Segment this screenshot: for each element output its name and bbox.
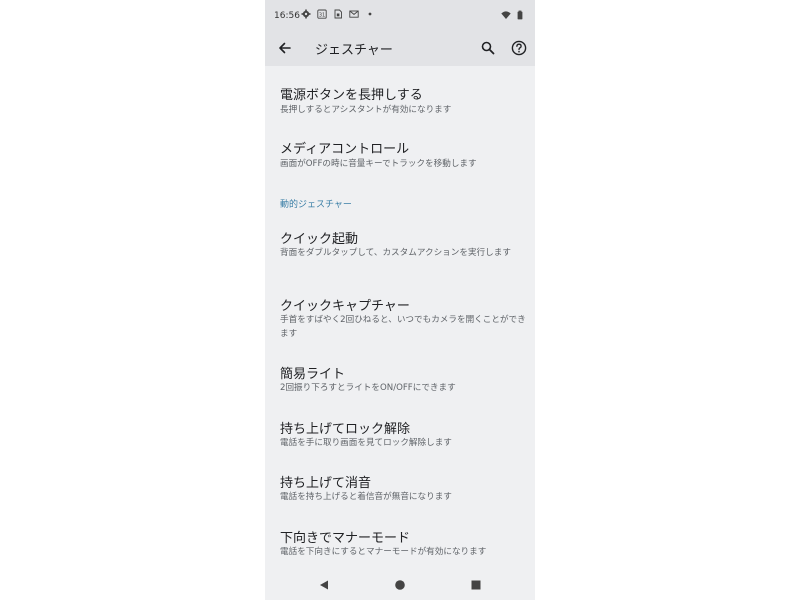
item-subtitle: 電話を手に取り画面を見てロック解除します	[280, 438, 452, 448]
list-item-lift-to-silence[interactable]: 持ち上げて消音 電話を持ち上げると着信音が無音になります	[265, 468, 535, 510]
status-notification-icons: 31	[301, 9, 375, 19]
section-header: 動的ジェスチャー	[280, 200, 352, 210]
item-title: 下向きでマナーモード	[280, 531, 411, 546]
arrow-back-icon[interactable]	[275, 38, 295, 58]
nav-back-icon[interactable]	[318, 579, 330, 591]
status-bar: 16:56 31	[265, 0, 535, 30]
settings-list: 電源ボタンを長押しする 長押しするとアシスタントが有効になります メディアコント…	[265, 66, 535, 570]
item-subtitle: 2回振り下ろすとライトをON/OFFにできます	[280, 383, 456, 393]
item-title: 持ち上げてロック解除	[280, 422, 411, 437]
app-bar: ジェスチャー	[265, 30, 535, 66]
gmail-icon	[349, 10, 359, 18]
wifi-icon	[501, 11, 511, 19]
list-item-flip-for-silent[interactable]: 下向きでマナーモード 電話を下向きにするとマナーモードが有効になります	[265, 523, 535, 565]
status-system-icons	[501, 10, 525, 20]
item-title: クイック起動	[280, 232, 359, 247]
battery-icon	[517, 10, 523, 20]
status-time: 16:56	[274, 11, 300, 21]
item-title: 電源ボタンを長押しする	[280, 88, 423, 103]
help-icon[interactable]	[509, 38, 529, 58]
item-subtitle: 手首をすばやく2回ひねると、いつでもカメラを開くことができます	[280, 315, 526, 339]
nav-home-icon[interactable]	[394, 579, 406, 591]
phone-screen: 16:56 31 ジェスチャー 電源ボタンを長押しする 長押しするとアシスタント…	[265, 0, 535, 600]
item-title: メディアコントロール	[280, 142, 410, 157]
list-item-media-control[interactable]: メディアコントロール 画面がOFFの時に音量キーでトラックを移動します	[265, 134, 535, 176]
dot-icon	[368, 12, 372, 16]
item-title: 持ち上げて消音	[280, 476, 372, 491]
list-item-quick-capture[interactable]: クイックキャプチャー 手首をすばやく2回ひねると、いつでもカメラを開くことができ…	[265, 291, 535, 347]
item-subtitle: 電話を下向きにするとマナーモードが有効になります	[280, 547, 487, 557]
calendar-day: 31	[319, 13, 325, 19]
list-item-quick-light[interactable]: 簡易ライト 2回振り下ろすとライトをON/OFFにできます	[265, 359, 535, 401]
sim-icon	[334, 9, 342, 19]
navigation-bar	[265, 570, 535, 600]
item-title: クイックキャプチャー	[280, 299, 410, 314]
item-subtitle: 背面をダブルタップして、カスタムアクションを実行します	[280, 248, 511, 258]
nav-recents-icon[interactable]	[470, 579, 482, 591]
list-item-lift-to-unlock[interactable]: 持ち上げてロック解除 電話を手に取り画面を見てロック解除します	[265, 414, 535, 456]
gear-icon	[301, 9, 311, 19]
item-subtitle: 電話を持ち上げると着信音が無音になります	[280, 492, 452, 502]
item-subtitle: 長押しするとアシスタントが有効になります	[280, 105, 452, 115]
list-item-quick-launch[interactable]: クイック起動 背面をダブルタップして、カスタムアクションを実行します	[265, 224, 535, 280]
calendar-icon: 31	[317, 9, 327, 19]
item-title: 簡易ライト	[280, 367, 346, 382]
search-icon[interactable]	[478, 38, 498, 58]
item-subtitle: 画面がOFFの時に音量キーでトラックを移動します	[280, 159, 477, 169]
page-title: ジェスチャー	[315, 43, 393, 58]
list-item-power-button[interactable]: 電源ボタンを長押しする 長押しするとアシスタントが有効になります	[265, 80, 535, 122]
